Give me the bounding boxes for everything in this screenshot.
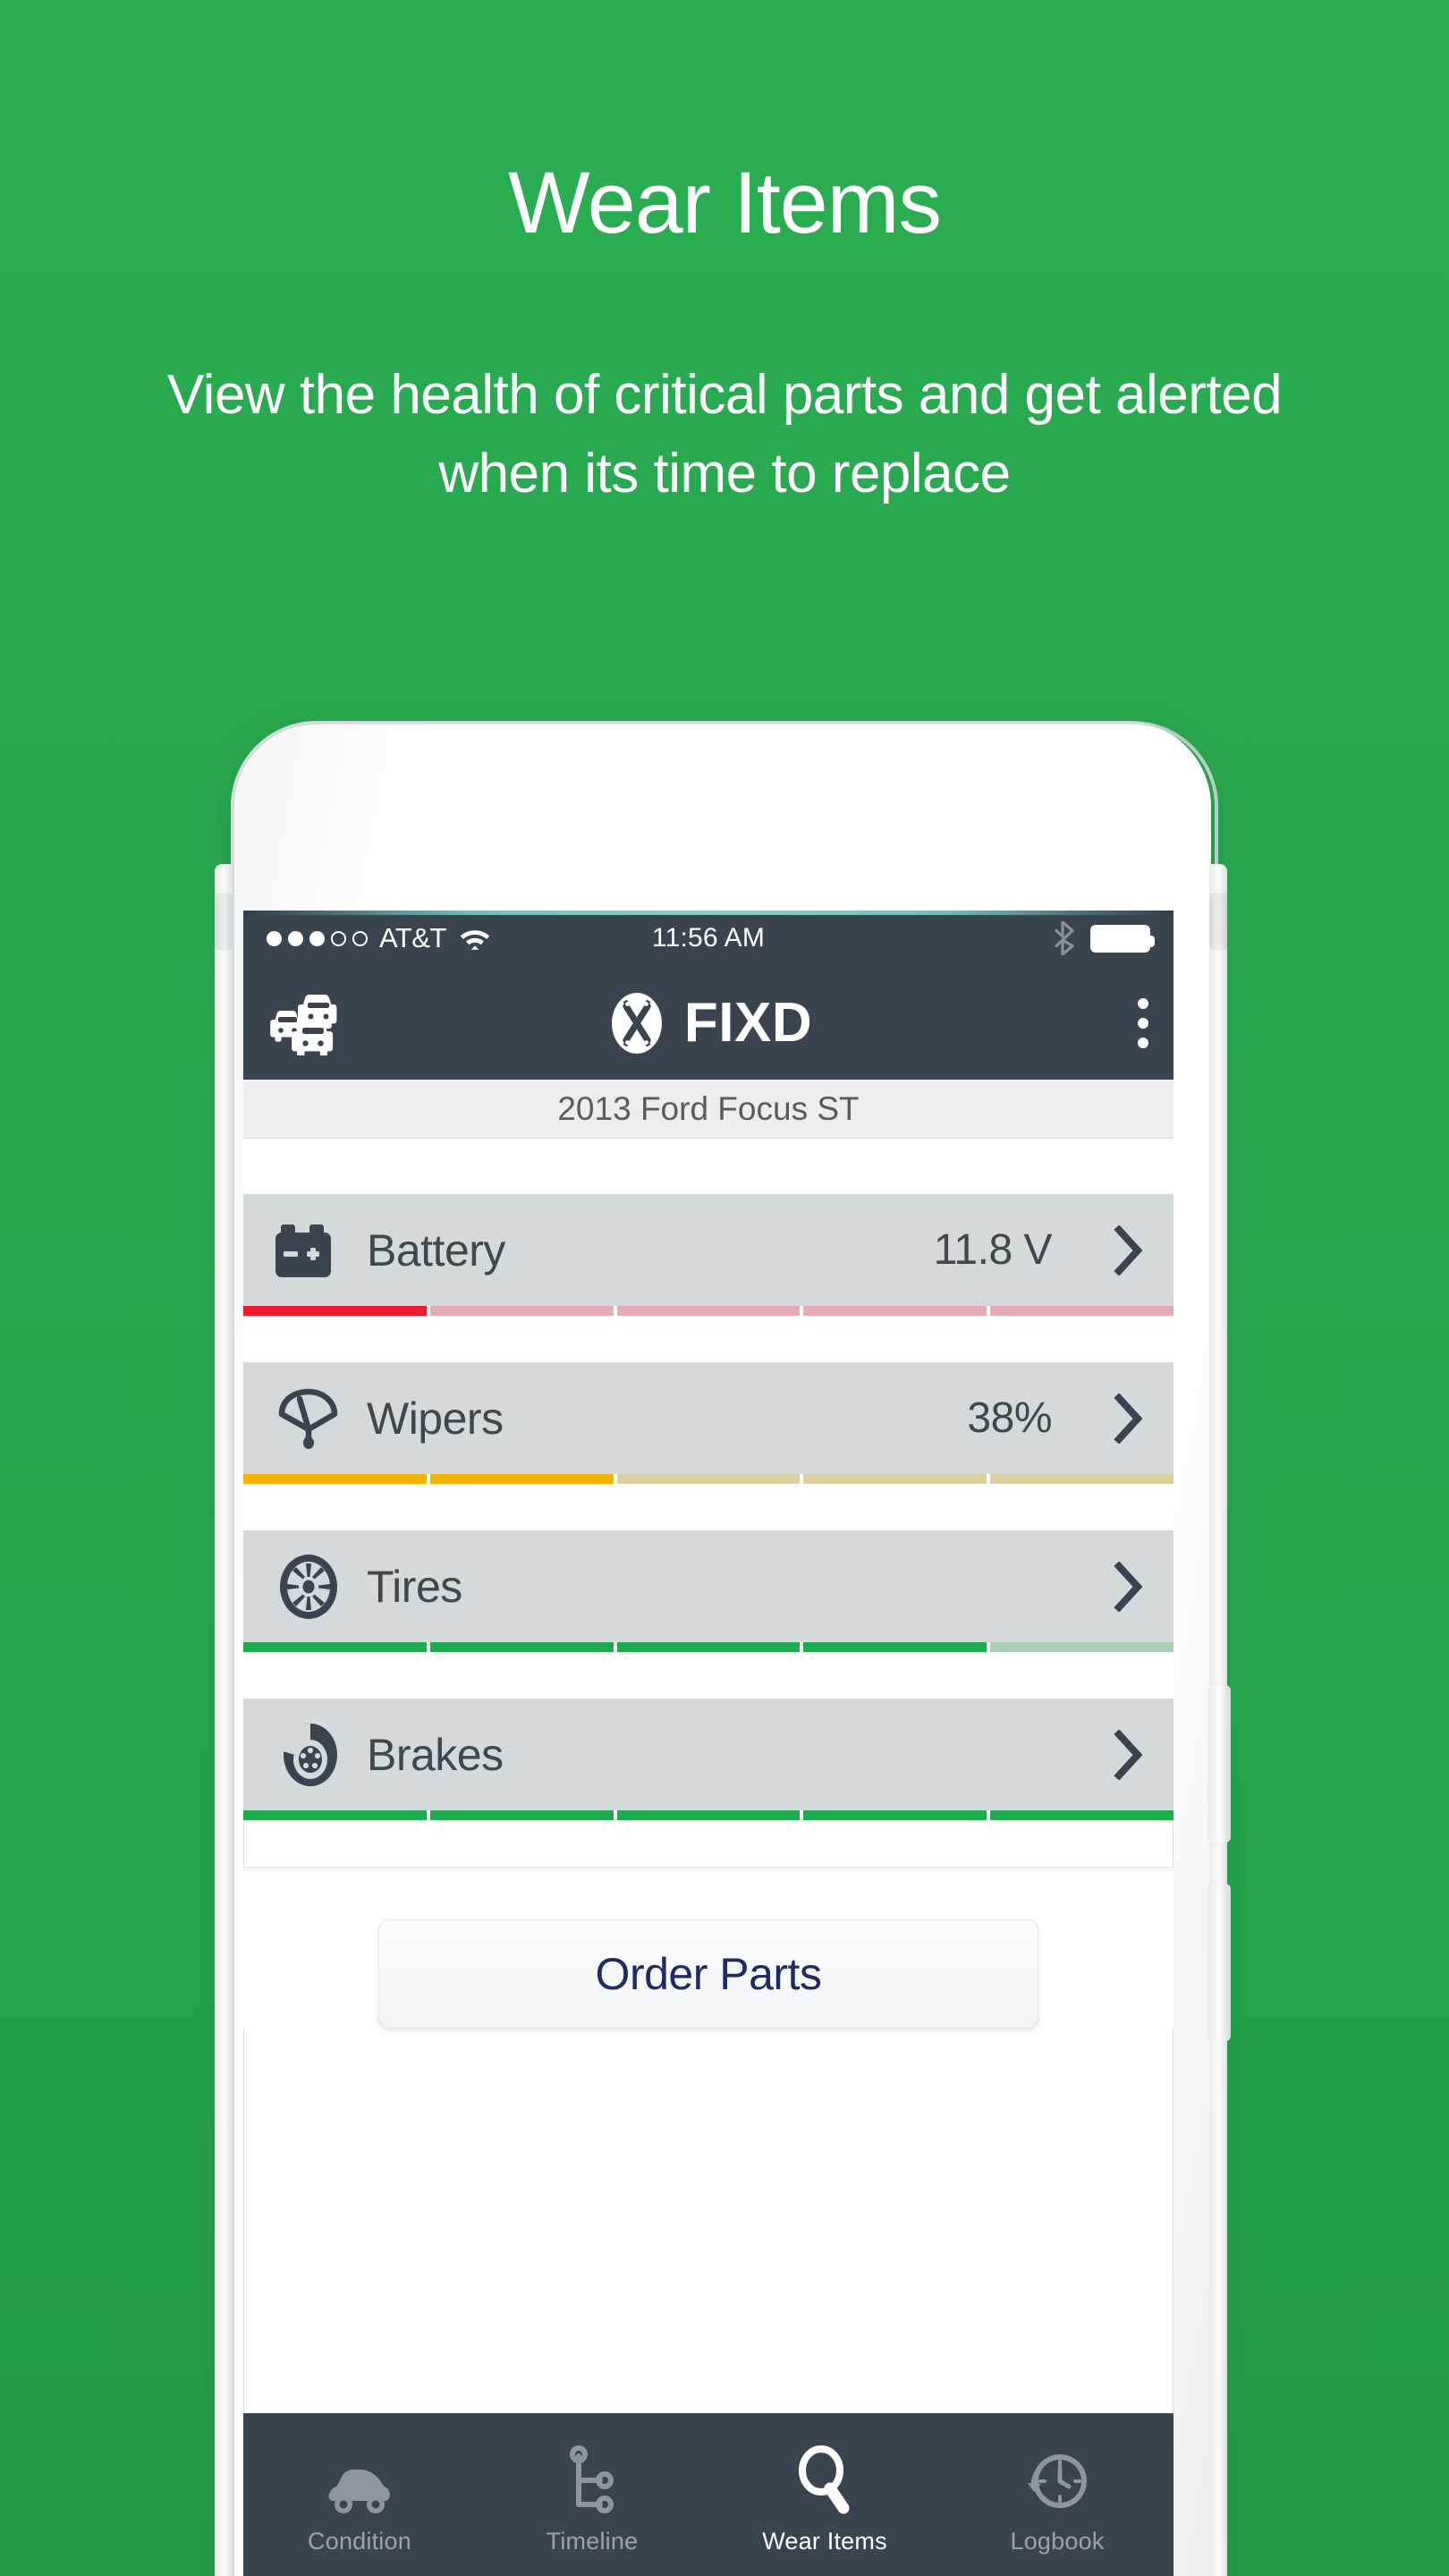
screen-edge-glow [243,911,1174,915]
phone-screen: AT&T 11:56 AM FIXD 2013 Ford Focus ST Ba… [243,911,1174,2576]
vehicle-name: 2013 Ford Focus ST [557,1089,860,1127]
brake-rotor-icon [270,1720,347,1790]
wiper-icon [270,1387,347,1450]
health-bar-tires [243,1642,1174,1652]
health-segment [243,1474,427,1484]
health-bar-brakes [243,1810,1174,1820]
tab-label: Wear Items [762,2527,887,2555]
phone-left-rail [215,864,233,2576]
wear-item-wipers[interactable]: Wipers 38% [243,1362,1174,1484]
tab-wear-items[interactable]: Wear Items [708,2413,941,2576]
app-brand: FIXD [243,991,1174,1055]
vehicle-selector-bar[interactable]: 2013 Ford Focus ST [243,1080,1174,1139]
wear-items-list: Battery 11.8 V Wipers 38% Tires Brakes [243,1139,1174,1820]
health-bar-battery [243,1306,1174,1316]
health-segment [803,1306,987,1316]
order-parts-section: Order Parts [243,1867,1174,2029]
fixd-wrench-logo [611,992,662,1054]
phone-volume-button[interactable] [1208,1685,1231,1843]
bottom-tab-bar: Condition Timeline Wear Items Logbook [243,2413,1174,2576]
wear-item-value: 11.8 V [933,1226,1053,1274]
health-segment [616,1810,801,1820]
history-clock-icon [1024,2442,1090,2515]
tire-icon [270,1553,347,1621]
health-segment [990,1642,1174,1652]
health-segment [803,1642,987,1652]
health-segment [616,1474,801,1484]
health-segment [429,1642,614,1652]
battery-icon [270,1221,347,1280]
tab-logbook[interactable]: Logbook [941,2413,1174,2576]
health-segment [803,1474,987,1484]
wear-item-label: Wipers [367,1393,504,1444]
status-bar: AT&T 11:56 AM [243,911,1174,966]
chevron-right-icon[interactable] [1111,1729,1147,1780]
promo-subtitle: View the health of critical parts and ge… [166,364,1283,505]
phone-power-button[interactable] [1208,1884,1231,2041]
status-bar-clock: 11:56 AM [651,923,766,953]
wear-item-row[interactable]: Battery 11.8 V [243,1194,1174,1306]
health-segment [616,1306,801,1316]
wear-item-label: Battery [367,1224,505,1275]
status-bar-right [1055,921,1155,955]
wear-item-tires[interactable]: Tires [243,1530,1174,1652]
health-segment [243,1810,427,1820]
wear-item-row[interactable]: Tires [243,1530,1174,1642]
wear-item-row[interactable]: Wipers 38% [243,1362,1174,1474]
chevron-right-icon[interactable] [1111,1561,1147,1612]
wear-item-value: 38% [967,1394,1052,1442]
health-segment [803,1810,987,1820]
timeline-icon [564,2442,620,2515]
health-segment [616,1642,801,1652]
health-segment [990,1474,1174,1484]
promo-title: Wear Items [507,154,942,251]
search-icon [796,2442,853,2515]
order-parts-button[interactable]: Order Parts [378,1919,1038,2029]
bluetooth-icon [1055,921,1074,955]
tab-label: Logbook [1010,2527,1105,2555]
battery-full-icon [1090,924,1155,953]
health-segment [990,1810,1174,1820]
health-segment [990,1306,1174,1316]
app-header: FIXD [243,966,1174,1080]
phone-left-button-top[interactable] [215,893,233,950]
wear-item-row[interactable]: Brakes [243,1699,1174,1810]
health-segment [429,1810,614,1820]
health-segment [429,1474,614,1484]
wear-item-brakes[interactable]: Brakes [243,1699,1174,1820]
wear-item-label: Brakes [367,1729,504,1780]
tab-label: Timeline [546,2527,639,2555]
chevron-right-icon[interactable] [1111,1224,1147,1275]
brand-name: FIXD [683,992,813,1054]
kebab-menu-icon[interactable] [1138,997,1148,1048]
phone-right-button-top[interactable] [1209,893,1227,950]
health-bar-wipers [243,1474,1174,1484]
multiple-cars-icon[interactable] [268,991,351,1055]
health-segment [243,1642,427,1652]
tab-condition[interactable]: Condition [243,2413,476,2576]
car-icon [327,2442,392,2515]
wear-item-battery[interactable]: Battery 11.8 V [243,1194,1174,1316]
wear-item-label: Tires [367,1561,462,1612]
health-segment [429,1306,614,1316]
health-segment [243,1306,427,1316]
tab-timeline[interactable]: Timeline [476,2413,708,2576]
tab-label: Condition [308,2527,411,2555]
chevron-right-icon[interactable] [1111,1393,1147,1444]
promo-background: Wear Items View the health of critical p… [0,0,1449,2576]
